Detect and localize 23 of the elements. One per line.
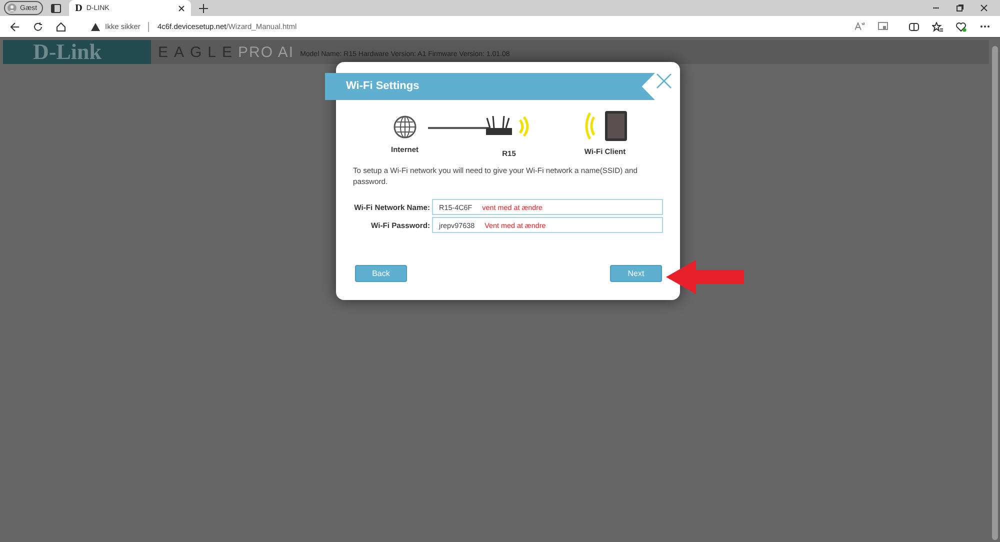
heart-icon[interactable] bbox=[956, 22, 967, 32]
connection-line bbox=[428, 127, 489, 129]
split-screen-icon[interactable] bbox=[909, 22, 919, 32]
person-icon bbox=[7, 3, 17, 13]
home-icon[interactable] bbox=[56, 22, 66, 32]
globe-icon bbox=[392, 115, 417, 139]
read-aloud-icon[interactable] bbox=[855, 22, 865, 31]
plus-icon[interactable] bbox=[199, 4, 208, 12]
warning-icon bbox=[91, 22, 100, 30]
product-suffix: PRO AI bbox=[238, 44, 294, 60]
favorites-icon[interactable] bbox=[932, 22, 943, 32]
scrollbar[interactable] bbox=[992, 46, 998, 540]
brand-logo: D-Link bbox=[3, 40, 151, 64]
dialog-title: Wi-Fi Settings bbox=[325, 73, 655, 100]
close-icon[interactable] bbox=[980, 4, 988, 12]
app-icon[interactable] bbox=[878, 22, 888, 31]
close-icon[interactable] bbox=[178, 4, 186, 12]
back-arrow-icon[interactable] bbox=[10, 22, 20, 32]
restore-icon[interactable] bbox=[956, 4, 964, 12]
reload-icon[interactable] bbox=[33, 22, 43, 32]
site-logo: D bbox=[75, 2, 82, 14]
tab-actions-icon[interactable] bbox=[51, 4, 62, 12]
more-icon[interactable] bbox=[980, 25, 990, 28]
